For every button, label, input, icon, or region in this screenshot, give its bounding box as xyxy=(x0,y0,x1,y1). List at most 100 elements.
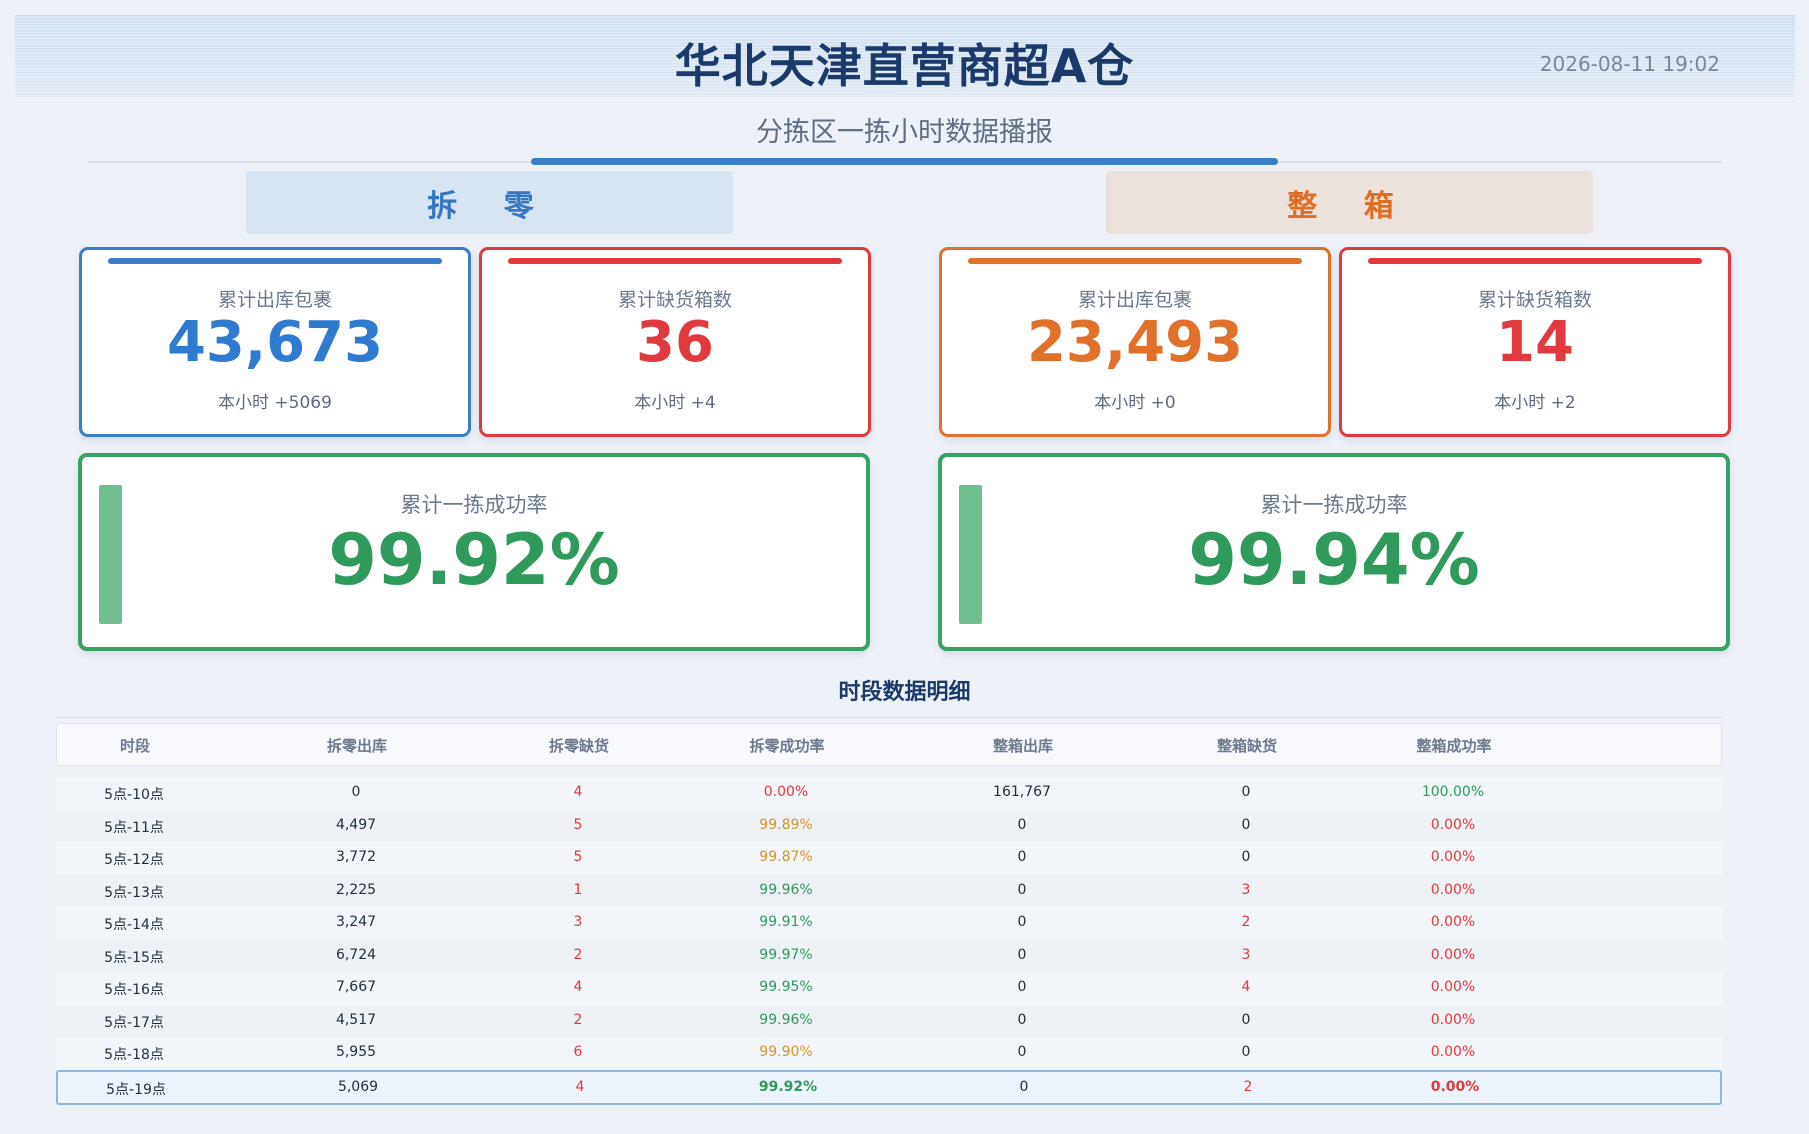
cell-period: 5点-18点 xyxy=(104,1047,164,1063)
table-row: 5点-15点 6,724 2 99.97% 0 3 0.00% xyxy=(56,939,1722,972)
cell-box-short: 2 xyxy=(1241,914,1251,930)
card-delta: 本小时 +0 xyxy=(1094,393,1176,413)
card-split-outbound: 累计出库包裹 43,673 本小时 +5069 xyxy=(79,247,471,437)
cell-split-out: 3,247 xyxy=(335,914,377,930)
column-header-split-short: 拆零缺货 xyxy=(548,737,610,755)
cell-box-rate: 0.00% xyxy=(1430,1044,1476,1060)
cell-box-out: 0 xyxy=(1017,1011,1027,1028)
cell-split-out: 5,069 xyxy=(337,1078,379,1095)
cell-box-out: 0 xyxy=(1017,849,1027,865)
cell-split-out: 0 xyxy=(351,784,361,800)
card-delta: 本小时 +5069 xyxy=(218,393,332,413)
card-label: 累计出库包裹 xyxy=(1077,289,1192,311)
cell-split-out: 3,772 xyxy=(335,849,377,865)
cell-split-short: 6 xyxy=(573,1044,583,1060)
cell-box-rate: 0.00% xyxy=(1430,1078,1480,1095)
column-header-period: 时段 xyxy=(119,737,151,755)
cell-split-out: 2,225 xyxy=(335,881,377,898)
table-title: 时段数据明细 xyxy=(838,680,971,705)
cell-box-short: 2 xyxy=(1243,1078,1253,1095)
cell-box-rate: 0.00% xyxy=(1430,849,1476,865)
table-row: 5点-16点 7,667 4 99.95% 0 4 0.00% xyxy=(56,972,1722,1005)
section-box-header: 整 箱 xyxy=(1106,171,1593,234)
card-value: 23,493 xyxy=(1026,310,1244,375)
cell-box-out: 0 xyxy=(1017,816,1027,833)
card-box-success-rate: 累计一拣成功率 99.94% xyxy=(938,453,1730,651)
cell-box-rate: 100.00% xyxy=(1421,784,1485,800)
card-split-shortage: 累计缺货箱数 36 本小时 +4 xyxy=(479,247,871,437)
table-row: 5点-14点 3,247 3 99.91% 0 2 0.00% xyxy=(56,907,1722,940)
cell-split-rate: 99.96% xyxy=(759,881,813,898)
cell-split-rate: 99.90% xyxy=(759,1044,813,1060)
subtitle-accent-bar xyxy=(531,158,1278,165)
cell-split-out: 4,497 xyxy=(335,816,377,833)
section-split-header: 拆 零 xyxy=(246,171,733,234)
table-header: 时段 拆零出库 拆零缺货 拆零成功率 整箱出库 整箱缺货 整箱成功率 xyxy=(56,723,1722,766)
cell-period: 5点-10点 xyxy=(104,787,164,803)
cell-split-rate: 99.92% xyxy=(758,1078,818,1095)
column-header-box-rate: 整箱成功率 xyxy=(1416,737,1492,755)
cell-split-rate: 99.89% xyxy=(759,816,813,833)
cell-box-out: 0 xyxy=(1017,881,1027,898)
cell-box-short: 0 xyxy=(1241,849,1251,865)
cell-box-short: 0 xyxy=(1241,816,1251,833)
cell-box-rate: 0.00% xyxy=(1430,881,1476,898)
column-header-split-out: 拆零出库 xyxy=(326,737,388,755)
card-delta: 本小时 +4 xyxy=(634,393,716,413)
card-delta: 本小时 +2 xyxy=(1494,393,1576,413)
cell-box-rate: 0.00% xyxy=(1430,1011,1476,1028)
cell-split-short: 2 xyxy=(573,946,583,963)
cell-split-rate: 99.96% xyxy=(759,1011,813,1028)
cell-split-out: 7,667 xyxy=(335,979,377,995)
card-box-outbound: 累计出库包裹 23,493 本小时 +0 xyxy=(939,247,1331,437)
table-row: 5点-11点 4,497 5 99.89% 0 0 0.00% xyxy=(56,809,1722,842)
cell-period: 5点-12点 xyxy=(104,852,164,868)
cell-split-short: 5 xyxy=(573,849,583,865)
card-accent-bar xyxy=(1368,258,1702,264)
cell-split-out: 6,724 xyxy=(335,946,377,963)
card-accent-bar xyxy=(968,258,1302,264)
cell-split-short: 5 xyxy=(573,816,583,833)
cell-split-out: 4,517 xyxy=(335,1011,377,1028)
card-label: 累计缺货箱数 xyxy=(1477,289,1592,311)
card-label: 累计出库包裹 xyxy=(217,289,332,311)
cell-period: 5点-15点 xyxy=(104,949,164,966)
cell-split-rate: 0.00% xyxy=(763,784,809,800)
cell-period: 5点-16点 xyxy=(104,982,164,998)
cell-box-out: 0 xyxy=(1017,914,1027,930)
cell-split-out: 5,955 xyxy=(335,1044,377,1060)
cell-box-out: 0 xyxy=(1019,1078,1029,1095)
rate-value: 99.94% xyxy=(1188,519,1480,601)
cell-box-short: 0 xyxy=(1241,1011,1251,1028)
cell-box-out: 0 xyxy=(1017,946,1027,963)
table-row: 5点-10点 0 4 0.00% 161,767 0 100.00% xyxy=(56,777,1722,810)
cell-split-rate: 99.91% xyxy=(759,914,813,930)
cell-period: 5点-13点 xyxy=(104,884,164,901)
cell-period: 5点-17点 xyxy=(104,1014,164,1031)
column-header-box-short: 整箱缺货 xyxy=(1216,737,1278,755)
table-row: 5点-17点 4,517 2 99.96% 0 0 0.00% xyxy=(56,1004,1722,1037)
card-value: 36 xyxy=(636,310,714,375)
column-header-box-out: 整箱出库 xyxy=(992,737,1054,755)
cell-split-rate: 99.97% xyxy=(759,946,813,963)
cell-split-short: 1 xyxy=(573,881,583,898)
rate-label: 累计一拣成功率 xyxy=(1260,493,1408,517)
table-body: 5点-10点 0 4 0.00% 161,767 0 100.00% 5点-11点 4,497 5… xyxy=(56,777,1722,1105)
cell-split-short: 4 xyxy=(573,784,583,800)
table-row: 5点-18点 5,955 6 99.90% 0 0 0.00% xyxy=(56,1037,1722,1070)
cell-box-short: 3 xyxy=(1241,881,1251,898)
card-value: 43,673 xyxy=(166,310,384,375)
cell-box-short: 0 xyxy=(1241,1044,1251,1060)
card-value: 14 xyxy=(1496,310,1574,375)
cell-box-rate: 0.00% xyxy=(1430,914,1476,930)
cell-split-short: 4 xyxy=(573,979,583,995)
cell-period: 5点-11点 xyxy=(104,819,164,836)
table-title-divider xyxy=(56,717,1722,718)
column-header-split-rate: 拆零成功率 xyxy=(749,737,825,755)
cell-box-short: 4 xyxy=(1241,979,1251,995)
card-split-success-rate: 累计一拣成功率 99.92% xyxy=(78,453,870,651)
cell-split-short: 3 xyxy=(573,914,583,930)
cell-split-short: 4 xyxy=(575,1078,585,1095)
page-subtitle: 分拣区一拣小时数据播报 xyxy=(756,117,1053,148)
table-row: 5点-13点 2,225 1 99.96% 0 3 0.00% xyxy=(56,874,1722,907)
